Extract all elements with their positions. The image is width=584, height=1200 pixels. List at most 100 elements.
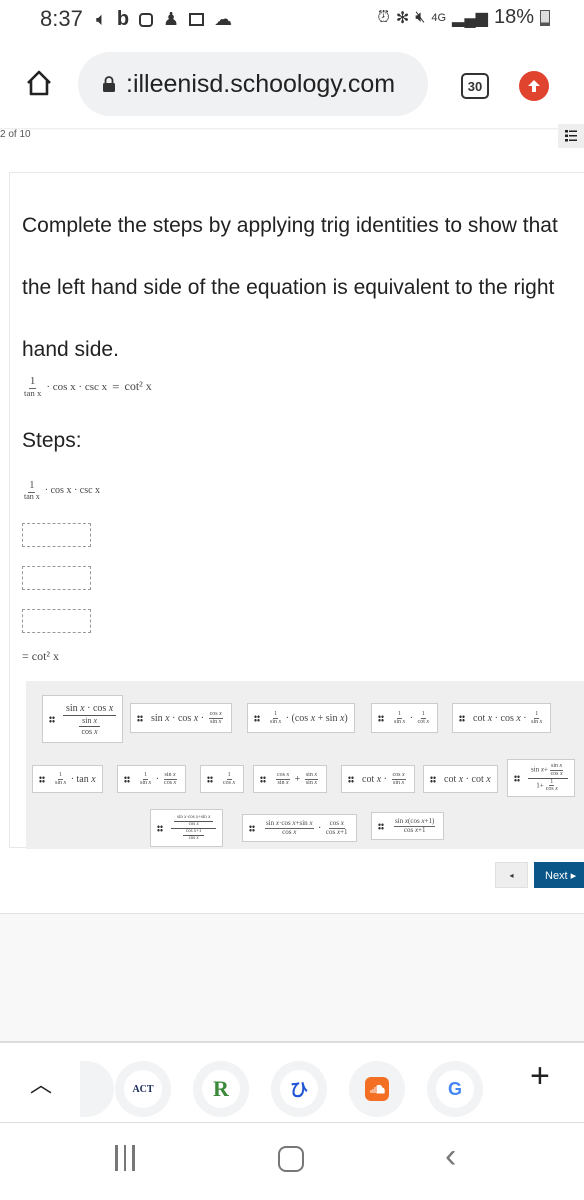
step-drop-zone-1[interactable] bbox=[22, 523, 91, 547]
drag-handle-icon bbox=[49, 715, 55, 723]
drag-handle-icon bbox=[137, 714, 143, 722]
browser-toolbar: :illeenisd.schoology.com 30 bbox=[0, 52, 584, 122]
answer-tile-4[interactable]: 1 sin x · 1 cot x bbox=[371, 703, 439, 733]
equation-lhs-rest: · cos x · csc x bbox=[46, 380, 108, 393]
bluetooth-icon: ✻ bbox=[395, 9, 410, 27]
act-icon: ACT bbox=[124, 1070, 162, 1108]
start-fraction: 1 tan x bbox=[24, 480, 40, 501]
drag-handle-icon bbox=[124, 775, 130, 783]
drag-handle-icon bbox=[378, 714, 384, 722]
update-button[interactable] bbox=[519, 71, 549, 101]
drag-handle-icon bbox=[249, 824, 255, 832]
page-counter: 2 of 10 bbox=[0, 129, 31, 140]
answer-tile-1[interactable]: sin x · cos x sin x cos x bbox=[42, 695, 124, 743]
recents-button[interactable] bbox=[115, 1145, 135, 1171]
bookmark-bar: ︿ ACT R ひ G + bbox=[0, 1045, 584, 1123]
page-footer-area bbox=[0, 913, 584, 1043]
answer-tile-tray: sin x · cos x sin x cos x sin x · cos x ·… bbox=[26, 681, 584, 849]
answer-tile-11[interactable]: cot x · cot x bbox=[423, 765, 498, 793]
target-equation: 1 tan x · cos x · csc x = cot² x bbox=[22, 375, 152, 398]
update-arrow-icon bbox=[528, 80, 540, 92]
answer-tile-13[interactable]: sin x·cos x+sin x cos x cos x+1 cos x bbox=[150, 809, 224, 847]
system-icons: ⏰︎ ✻ 🔇︎ 4G ▂▄▆ 18% bbox=[377, 6, 550, 29]
gallery-icon bbox=[189, 13, 205, 26]
equation-rhs: cot² x bbox=[124, 379, 152, 394]
answer-tile-8[interactable]: 1 cos x bbox=[200, 765, 245, 793]
cloud-icon: ☁ bbox=[214, 9, 233, 29]
collapse-bookmarks-icon[interactable]: ︿ bbox=[30, 1067, 52, 1099]
start-expression: 1 tan x · cos x · csc x bbox=[22, 480, 101, 501]
toolbar-divider bbox=[0, 128, 584, 130]
alarm-icon: ⏰︎ bbox=[377, 8, 390, 26]
bookmark-google[interactable]: G bbox=[427, 1061, 483, 1117]
answer-tile-12[interactable]: sin x+ sin x cos x 1+ 1 cos x bbox=[507, 759, 576, 797]
drag-handle-icon bbox=[514, 774, 520, 782]
start-expression-rest: · cos x · csc x bbox=[44, 485, 101, 497]
answer-tile-7[interactable]: 1 sin x · sin x cos x bbox=[117, 765, 186, 793]
status-time: 8:37 bbox=[40, 6, 83, 31]
drag-handle-icon bbox=[207, 775, 213, 783]
answer-tile-10[interactable]: cot x · cos x sin x bbox=[341, 765, 415, 793]
recents-icon-bar bbox=[132, 1145, 135, 1171]
drag-handle-icon bbox=[254, 714, 260, 722]
4g-icon: 4G bbox=[431, 11, 447, 24]
home-icon bbox=[27, 70, 51, 96]
drag-handle-icon bbox=[260, 775, 266, 783]
answer-tile-2[interactable]: sin x · cos x · cos x sin x bbox=[130, 703, 232, 733]
rx-icon: R bbox=[202, 1070, 240, 1108]
notification-icons: 🔈︎ b ♟ ☁ bbox=[96, 8, 232, 31]
answer-tile-3[interactable]: 1 sin x · (cos x + sin x) bbox=[247, 703, 355, 733]
bookmark-blue-app[interactable]: ひ bbox=[271, 1061, 327, 1117]
b-app-icon: b bbox=[116, 8, 130, 30]
step-drop-zone-2[interactable] bbox=[22, 566, 91, 590]
bookmark-rx[interactable]: R bbox=[193, 1061, 249, 1117]
question-list-button[interactable] bbox=[558, 124, 584, 148]
question-card: Complete the steps by applying trig iden… bbox=[9, 172, 584, 849]
previous-button[interactable]: ◂ bbox=[495, 862, 528, 888]
answer-tile-14[interactable]: sin x·cos x+sin x cos x · cos x cos x+1 bbox=[242, 814, 357, 842]
drag-handle-icon bbox=[157, 824, 163, 832]
battery-percent: 18% bbox=[493, 6, 534, 28]
android-navigation-bar: ‹ bbox=[0, 1125, 584, 1200]
equation-fraction: 1 tan x bbox=[24, 375, 41, 398]
volume-icon: 🔈︎ bbox=[96, 9, 107, 29]
end-expression: = cot² x bbox=[22, 649, 60, 663]
signal-icon: ▂▄▆ bbox=[452, 9, 488, 27]
status-bar: 8:37 🔈︎ b ♟ ☁ ⏰︎ ✻ 🔇︎ 4G ▂▄▆ 18% bbox=[0, 0, 584, 40]
recents-icon-bar bbox=[123, 1145, 126, 1171]
bookmark-soundcloud[interactable] bbox=[349, 1061, 405, 1117]
answer-tile-5[interactable]: cot x · cos x · 1 sin x bbox=[452, 703, 552, 733]
answer-tile-9[interactable]: cos x sin x + sin x sin x bbox=[253, 765, 327, 793]
fraction-denominator: tan x bbox=[24, 491, 40, 501]
next-button[interactable]: Next ▸ bbox=[534, 862, 584, 888]
list-icon bbox=[565, 130, 577, 142]
drag-handle-icon bbox=[430, 775, 436, 783]
question-prompt: Complete the steps by applying trig iden… bbox=[22, 214, 558, 361]
answer-tile-15[interactable]: sin x(cos x+1) cos x+1 bbox=[371, 812, 445, 840]
snapchat-icon: ♟ bbox=[163, 9, 180, 29]
add-bookmark-icon[interactable]: + bbox=[530, 1057, 550, 1096]
home-button[interactable] bbox=[24, 68, 54, 98]
fraction-numerator: 1 bbox=[28, 480, 36, 493]
android-home-button[interactable] bbox=[278, 1146, 304, 1172]
fraction-numerator: 1 bbox=[28, 375, 37, 389]
step-drop-zone-3[interactable] bbox=[22, 609, 91, 633]
bookmark-act[interactable]: ACT bbox=[115, 1061, 171, 1117]
drag-handle-icon bbox=[378, 822, 384, 830]
battery-icon bbox=[540, 9, 550, 26]
steps-label: Steps: bbox=[22, 429, 82, 452]
tab-switcher-button[interactable]: 30 bbox=[461, 73, 489, 99]
drag-handle-icon bbox=[459, 714, 465, 722]
android-back-button[interactable]: ‹ bbox=[445, 1137, 456, 1176]
equation-equals: = bbox=[112, 378, 120, 394]
blue-app-icon: ひ bbox=[280, 1070, 318, 1108]
drag-handle-icon bbox=[348, 775, 354, 783]
answer-tile-6[interactable]: 1 sin x · tan x bbox=[32, 765, 103, 793]
google-icon: G bbox=[436, 1070, 474, 1108]
mute-icon: 🔇︎ bbox=[415, 8, 426, 26]
instagram-icon bbox=[139, 12, 154, 27]
url-bar[interactable]: :illeenisd.schoology.com bbox=[78, 52, 428, 116]
bookmark-partial[interactable] bbox=[80, 1061, 114, 1117]
drag-handle-icon bbox=[39, 775, 45, 783]
url-text: :illeenisd.schoology.com bbox=[126, 69, 396, 98]
